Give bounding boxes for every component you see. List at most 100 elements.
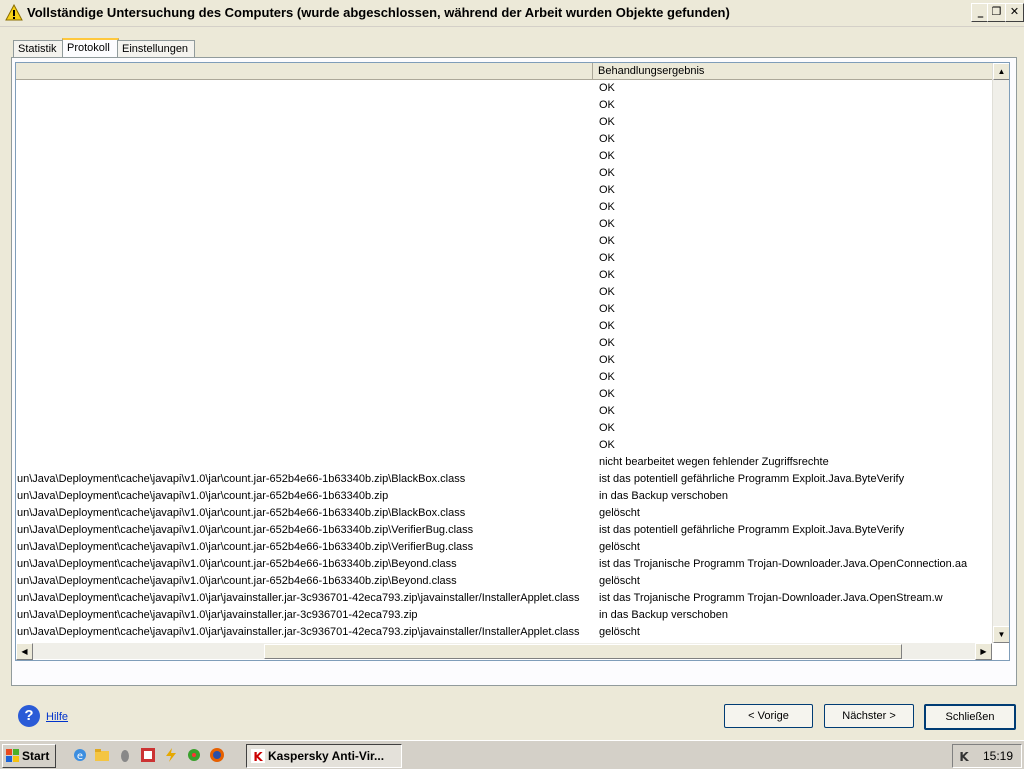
- table-row[interactable]: OK: [16, 420, 992, 437]
- result-cell: OK: [599, 337, 615, 349]
- result-cell: gelöscht: [599, 626, 640, 638]
- table-row[interactable]: un\Java\Deployment\cache\javapi\v1.0\jar…: [16, 556, 992, 573]
- table-row[interactable]: OK: [16, 267, 992, 284]
- table-row[interactable]: un\Java\Deployment\cache\javapi\v1.0\jar…: [16, 471, 992, 488]
- table-body: OK OK OK OK OK OK OK OK OK OK OK OK OK OK OK OK OK OK OK OK…: [16, 80, 992, 658]
- table-row[interactable]: OK: [16, 301, 992, 318]
- kaspersky-tray-icon[interactable]: K: [957, 749, 971, 763]
- result-cell: OK: [599, 405, 615, 417]
- windows-logo-icon: [6, 749, 19, 762]
- taskbar-item-label: Kaspersky Anti-Vir...: [268, 749, 385, 763]
- tab-einstellungen[interactable]: Einstellungen: [117, 40, 195, 58]
- close-button[interactable]: Schließen: [924, 704, 1016, 730]
- result-cell: OK: [599, 82, 615, 94]
- result-cell: nicht bearbeitet wegen fehlender Zugriff…: [599, 456, 829, 468]
- table-row[interactable]: un\Java\Deployment\cache\javapi\v1.0\jar…: [16, 624, 992, 641]
- firefox-icon[interactable]: [209, 747, 225, 763]
- table-row[interactable]: OK: [16, 386, 992, 403]
- table-row[interactable]: OK: [16, 284, 992, 301]
- object-cell: un\Java\Deployment\cache\javapi\v1.0\jar…: [17, 609, 418, 621]
- help-icon[interactable]: ?: [18, 705, 40, 727]
- window-title: Vollständige Untersuchung des Computers …: [27, 5, 730, 20]
- table-row[interactable]: OK: [16, 165, 992, 182]
- table-row[interactable]: un\Java\Deployment\cache\javapi\v1.0\jar…: [16, 539, 992, 556]
- object-cell: un\Java\Deployment\cache\javapi\v1.0\jar…: [17, 524, 474, 536]
- table-row[interactable]: un\Java\Deployment\cache\javapi\v1.0\jar…: [16, 488, 992, 505]
- table-row[interactable]: OK: [16, 403, 992, 420]
- result-cell: gelöscht: [599, 541, 640, 553]
- table-row[interactable]: un\Java\Deployment\cache\javapi\v1.0\jar…: [16, 573, 992, 590]
- result-cell: OK: [599, 235, 615, 247]
- help-link[interactable]: Hilfe: [46, 711, 68, 723]
- start-label: Start: [22, 749, 50, 763]
- result-cell: OK: [599, 303, 615, 315]
- start-button[interactable]: Start: [2, 744, 56, 768]
- scroll-right-button[interactable]: ▶: [975, 643, 992, 660]
- table-row[interactable]: OK: [16, 437, 992, 454]
- result-cell: OK: [599, 116, 615, 128]
- result-cell: ist das potentiell gefährliche Programm …: [599, 473, 905, 485]
- table-row[interactable]: OK: [16, 318, 992, 335]
- table-row[interactable]: OK: [16, 97, 992, 114]
- table-row[interactable]: nicht bearbeitet wegen fehlender Zugriff…: [16, 454, 992, 471]
- table-row[interactable]: OK: [16, 80, 992, 97]
- app-icon[interactable]: [140, 747, 156, 763]
- clock: 15:19: [983, 749, 1014, 763]
- table-row[interactable]: OK: [16, 369, 992, 386]
- result-cell: ist das potentiell gefährliche Programm …: [599, 524, 905, 536]
- scroll-up-button[interactable]: ▲: [993, 63, 1009, 80]
- warning-icon: [5, 4, 23, 21]
- svg-text:K: K: [959, 750, 969, 763]
- result-cell: OK: [599, 320, 615, 332]
- object-cell: un\Java\Deployment\cache\javapi\v1.0\jar…: [17, 541, 474, 553]
- result-cell: OK: [599, 439, 615, 451]
- table-row[interactable]: OK: [16, 199, 992, 216]
- title-bar: Vollständige Untersuchung des Computers …: [0, 0, 1024, 27]
- close-window-button[interactable]: ✕: [1005, 3, 1024, 22]
- horizontal-scrollbar[interactable]: ◀ ▶: [16, 643, 992, 660]
- winamp-icon[interactable]: [163, 747, 179, 763]
- object-cell: un\Java\Deployment\cache\javapi\v1.0\jar…: [17, 626, 580, 638]
- horizontal-scroll-thumb[interactable]: [264, 644, 902, 659]
- tab-statistik[interactable]: Statistik: [13, 40, 63, 58]
- column-header-result[interactable]: Behandlungsergebnis: [594, 64, 998, 79]
- icq-icon[interactable]: [186, 747, 202, 763]
- table-row[interactable]: OK: [16, 250, 992, 267]
- taskbar-item-kaspersky[interactable]: K Kaspersky Anti-Vir...: [246, 744, 402, 768]
- restore-button[interactable]: ❐: [987, 3, 1006, 22]
- table-row[interactable]: un\Java\Deployment\cache\javapi\v1.0\jar…: [16, 522, 992, 539]
- result-cell: ist das Trojanische Programm Trojan-Down…: [599, 558, 968, 570]
- table-row[interactable]: OK: [16, 335, 992, 352]
- table-row[interactable]: OK: [16, 182, 992, 199]
- table-row[interactable]: OK: [16, 131, 992, 148]
- table-row[interactable]: OK: [16, 114, 992, 131]
- object-cell: un\Java\Deployment\cache\javapi\v1.0\jar…: [17, 592, 580, 604]
- object-cell: un\Java\Deployment\cache\javapi\v1.0\jar…: [17, 507, 466, 519]
- mouse-icon[interactable]: [117, 747, 133, 763]
- kaspersky-icon: K: [251, 749, 265, 763]
- table-row[interactable]: un\Java\Deployment\cache\javapi\v1.0\jar…: [16, 590, 992, 607]
- vertical-scrollbar[interactable]: ▲ ▼: [992, 63, 1009, 643]
- taskbar: Start e K Kaspersky Anti-Vir... K 15:19: [0, 740, 1024, 769]
- result-cell: OK: [599, 218, 615, 230]
- scroll-down-button[interactable]: ▼: [993, 626, 1009, 643]
- next-button[interactable]: Nächster >: [824, 704, 914, 728]
- log-table: Behandlungsergebnis OK OK OK OK OK OK OK OK OK OK…: [15, 62, 1010, 661]
- table-row[interactable]: OK: [16, 148, 992, 165]
- result-cell: OK: [599, 252, 615, 264]
- previous-button[interactable]: < Vorige: [724, 704, 813, 728]
- table-row[interactable]: OK: [16, 233, 992, 250]
- result-cell: OK: [599, 184, 615, 196]
- scroll-left-button[interactable]: ◀: [16, 643, 33, 660]
- result-cell: OK: [599, 354, 615, 366]
- result-cell: OK: [599, 388, 615, 400]
- ie-icon[interactable]: e: [72, 747, 88, 763]
- table-row[interactable]: un\Java\Deployment\cache\javapi\v1.0\jar…: [16, 505, 992, 522]
- result-cell: OK: [599, 286, 615, 298]
- folder-icon[interactable]: [94, 747, 110, 763]
- table-row[interactable]: OK: [16, 352, 992, 369]
- column-header-object[interactable]: [16, 63, 593, 79]
- svg-text:e: e: [77, 751, 83, 762]
- table-row[interactable]: un\Java\Deployment\cache\javapi\v1.0\jar…: [16, 607, 992, 624]
- table-row[interactable]: OK: [16, 216, 992, 233]
